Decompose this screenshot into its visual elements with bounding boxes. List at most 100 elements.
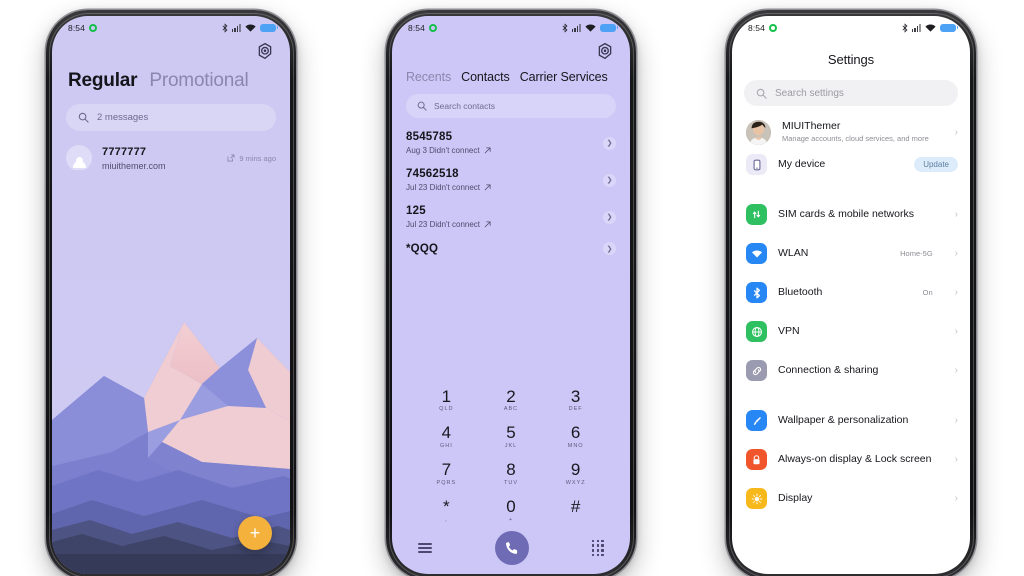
call-log-text: 74562518 Jul 23 Didn't connect — [406, 168, 491, 192]
account-text: MIUIThemer Manage accounts, cloud servic… — [782, 120, 938, 144]
device-glyph — [753, 159, 760, 170]
phone-call-button[interactable] — [494, 531, 529, 565]
message-preview: miuithemer.com — [102, 160, 166, 171]
contacts-search-bar[interactable]: Search contacts — [406, 94, 616, 118]
call-detail-text: Jul 23 Didn't connect — [406, 220, 481, 229]
tab-carrier-services[interactable]: Carrier Services — [520, 70, 608, 84]
settings-row-always-on-display[interactable]: Always-on display & Lock screen › — [746, 440, 958, 479]
user-photo-avatar — [746, 120, 771, 145]
settings-row-sim-cards[interactable]: SIM cards & mobile networks › — [746, 195, 958, 234]
cellular-signal-icon — [571, 24, 581, 32]
key-letters: + — [508, 517, 514, 523]
account-row[interactable]: MIUIThemer Manage accounts, cloud servic… — [732, 106, 970, 145]
chevron-right-icon[interactable]: › — [949, 454, 958, 465]
key-digit: 6 — [570, 423, 581, 443]
chevron-right-icon[interactable]: ❯ — [603, 242, 616, 255]
globe-glyph — [751, 326, 762, 337]
dialpad-key[interactable]: 0 + — [479, 493, 544, 528]
record-dot-icon — [768, 24, 777, 32]
call-number: 125 — [406, 205, 426, 217]
update-badge[interactable]: Update — [914, 157, 958, 172]
tab-recents[interactable]: Recents — [406, 70, 451, 84]
chevron-right-icon[interactable]: › — [949, 287, 958, 298]
brush-glyph — [753, 416, 761, 425]
chevron-right-icon[interactable]: ❯ — [603, 210, 616, 224]
chevron-right-icon[interactable]: › — [949, 415, 958, 426]
record-dot-icon — [88, 24, 97, 32]
page-title: Settings — [827, 52, 875, 67]
settings-label: WLAN — [778, 246, 809, 259]
messages-tabs: Regular Promotional — [52, 36, 290, 92]
phone-call-icon — [505, 542, 518, 554]
settings-row-wlan[interactable]: WLAN Home-5G › — [746, 234, 958, 273]
dialpad-key[interactable]: *, — [414, 493, 479, 528]
settings-label: Bluetooth — [778, 285, 823, 298]
settings-row-wallpaper[interactable]: Wallpaper & personalization › — [746, 401, 958, 440]
dialpad-key[interactable]: 7 PQRS — [414, 456, 479, 491]
tab-regular[interactable]: Regular — [68, 70, 138, 92]
call-number: *QQQ — [406, 242, 439, 255]
key-digit: 7 — [441, 460, 452, 480]
key-digit: 9 — [570, 460, 581, 480]
phone-mockup-settings: 8:54 Settings Search settings MIUIThemer… — [726, 10, 976, 576]
globe-vpn-icon — [746, 321, 767, 342]
account-subtitle: Manage accounts, cloud services, and mor… — [782, 134, 929, 144]
dialpad-key[interactable]: 8 TUV — [479, 456, 544, 491]
dialpad-key[interactable]: 2 ABC — [479, 383, 544, 418]
dialpad-key[interactable]: 3 DEF — [543, 383, 608, 418]
tab-contacts[interactable]: Contacts — [461, 70, 510, 84]
messages-search-bar[interactable]: 2 messages — [66, 104, 276, 131]
settings-row-bluetooth[interactable]: Bluetooth On › — [746, 273, 958, 312]
account-name: MIUIThemer — [782, 120, 841, 133]
call-log-row[interactable]: *QQQ ❯ — [406, 229, 616, 255]
chevron-right-icon[interactable]: › — [949, 248, 958, 259]
dialpad-key[interactable]: # — [543, 493, 608, 528]
gear-icon[interactable] — [596, 42, 614, 60]
chevron-right-icon[interactable]: › — [949, 209, 958, 220]
call-log-row[interactable]: 8545785 Aug 3 Didn't connect ❯ — [406, 118, 616, 155]
chevron-right-icon[interactable]: ❯ — [603, 136, 616, 150]
call-log-list: 8545785 Aug 3 Didn't connect ❯ 74562518 … — [392, 118, 630, 255]
tab-promotional[interactable]: Promotional — [149, 70, 248, 92]
gear-icon[interactable] — [256, 42, 274, 60]
status-bar-right — [562, 23, 618, 33]
contacts-search-placeholder: Search contacts — [434, 101, 495, 111]
dialpad-key[interactable]: 5 JKL — [479, 419, 544, 454]
key-digit: 4 — [441, 423, 452, 443]
key-letters: JKL — [504, 443, 518, 450]
call-log-row[interactable]: 125 Jul 23 Didn't connect ❯ — [406, 192, 616, 229]
settings-row-vpn[interactable]: VPN › — [746, 312, 958, 351]
wifi-icon — [245, 23, 256, 32]
chevron-right-icon[interactable]: ❯ — [603, 173, 616, 187]
key-letters: WXYZ — [565, 480, 586, 487]
phone-mockup-messages: 8:54 Regular Promotional 2 messages 7777… — [46, 10, 296, 576]
settings-search-bar[interactable]: Search settings — [744, 80, 958, 106]
settings-row-display[interactable]: Display › — [746, 479, 958, 518]
chevron-right-icon[interactable]: › — [949, 365, 958, 376]
settings-search-placeholder: Search settings — [775, 87, 844, 99]
link-glyph — [752, 366, 761, 375]
battery-icon — [600, 23, 618, 33]
call-log-row[interactable]: 74562518 Jul 23 Didn't connect ❯ — [406, 155, 616, 192]
dialpad-key[interactable]: 6 MNO — [543, 419, 608, 454]
message-time: 9 mins ago — [239, 153, 276, 163]
hamburger-menu-icon[interactable] — [418, 540, 432, 555]
chevron-right-icon[interactable]: › — [949, 326, 958, 337]
message-list-item[interactable]: 7777777 miuithemer.com 9 mins ago — [52, 131, 290, 171]
settings-row-connection-sharing[interactable]: Connection & sharing › — [746, 351, 958, 390]
cellular-signal-icon — [911, 24, 921, 32]
chevron-right-icon[interactable]: › — [949, 127, 958, 138]
dialpad-key[interactable]: 4 GHI — [414, 419, 479, 454]
dialpad-icon[interactable] — [591, 539, 604, 557]
key-digit: 5 — [506, 423, 516, 443]
status-bar-right — [902, 23, 958, 33]
dialpad-key[interactable]: 1 QLD — [414, 383, 479, 418]
settings-row-my-device[interactable]: My device Update — [746, 145, 958, 184]
wifi-icon — [925, 23, 936, 32]
outgoing-call-arrow-icon — [484, 221, 491, 228]
dialpad-key[interactable]: 9 WXYZ — [543, 456, 608, 491]
settings-value: Home-5G — [900, 249, 933, 258]
compose-fab-button[interactable]: + — [238, 516, 272, 550]
chevron-right-icon[interactable]: › — [949, 493, 958, 504]
message-text-block: 7777777 miuithemer.com — [102, 146, 217, 171]
